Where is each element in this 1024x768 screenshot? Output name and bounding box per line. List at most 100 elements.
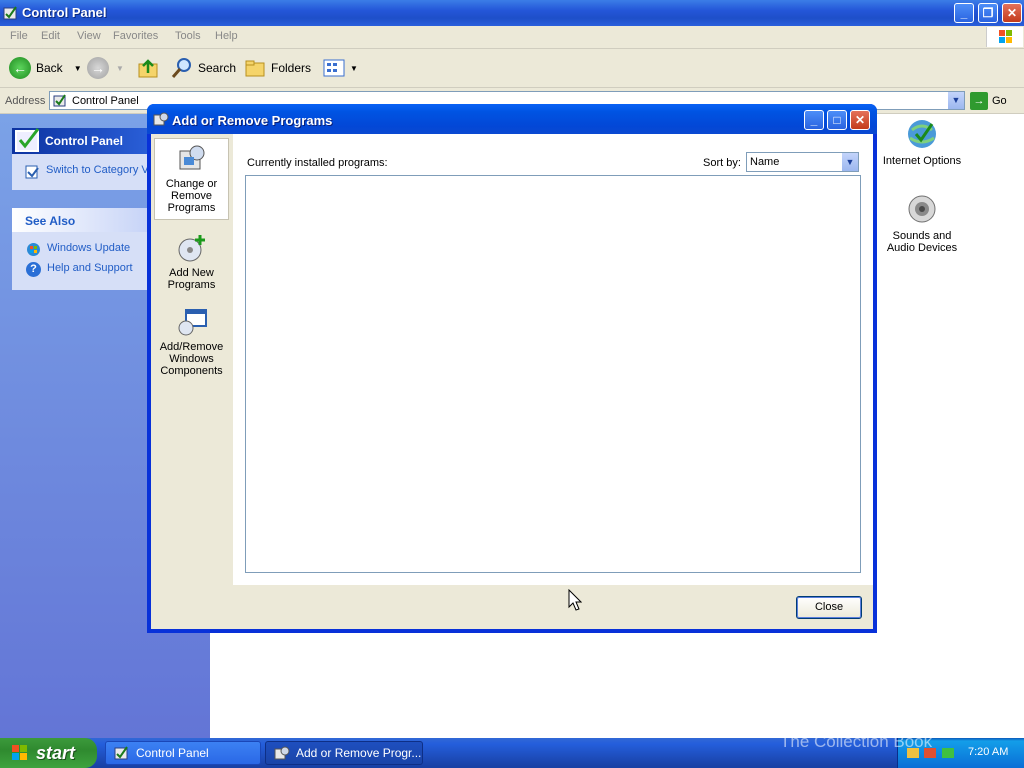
control-panel-icon <box>53 93 68 111</box>
start-button[interactable]: start <box>0 738 97 768</box>
internet-options-item[interactable]: Internet Options <box>882 116 962 167</box>
help-support-link[interactable]: ? Help and Support <box>26 262 133 277</box>
installed-programs-list[interactable] <box>245 175 861 573</box>
folders-button[interactable]: Folders <box>244 55 311 81</box>
dialog-main-panel: Currently installed programs: Sort by: N… <box>233 134 873 585</box>
window-titlebar[interactable]: Control Panel _ ❐ ✕ <box>0 0 1024 26</box>
add-remove-programs-icon <box>274 746 290 760</box>
control-panel-icon <box>14 124 44 157</box>
watermark: The Collection Book <box>780 732 933 751</box>
change-remove-programs-icon <box>179 145 204 170</box>
control-panel-icon <box>3 5 19 24</box>
address-dropdown-button[interactable]: ▼ <box>948 92 964 109</box>
menu-edit[interactable]: Edit <box>41 30 60 42</box>
windows-update-label: Windows Update <box>47 242 131 254</box>
dialog-maximize-button[interactable]: □ <box>827 110 847 130</box>
toolbar: ← Back ▼ → ▼ Search Folders ▼ <box>0 49 1024 88</box>
menu-bar: File Edit View Favorites Tools Help <box>0 26 1024 49</box>
installed-programs-label: Currently installed programs: <box>247 157 388 169</box>
up-folder-icon <box>138 59 158 78</box>
dialog-body: Change or Remove Programs Add New Progra… <box>151 134 873 629</box>
sort-by-value: Name <box>750 156 780 168</box>
views-icon <box>323 59 345 77</box>
menu-favorites[interactable]: Favorites <box>113 30 158 42</box>
help-icon: ? <box>26 262 41 277</box>
windows-update-link[interactable]: Windows Update <box>26 242 130 257</box>
restore-button[interactable]: ❐ <box>978 3 998 23</box>
back-button[interactable]: ← Back ▼ <box>9 55 82 81</box>
internet-options-icon <box>908 120 936 148</box>
switch-view-label: Switch to Category View <box>46 164 150 176</box>
see-also-header[interactable]: See Also <box>12 208 150 232</box>
windows-flag-icon <box>12 745 27 760</box>
back-label: Back <box>36 61 63 75</box>
windows-components-tab[interactable]: Add/Remove Windows Components <box>154 302 229 382</box>
control-panel-task-box: Switch to Category View <box>12 154 150 190</box>
up-folder-button[interactable] <box>137 55 159 81</box>
close-button[interactable]: Close <box>796 596 862 619</box>
sort-by-label: Sort by: <box>703 157 741 169</box>
go-button[interactable]: → Go <box>970 92 1007 110</box>
go-label: Go <box>992 95 1007 107</box>
see-also-title: See Also <box>25 214 76 228</box>
search-label: Search <box>198 61 237 75</box>
speaker-icon <box>908 195 936 223</box>
dialog-minimize-button[interactable]: _ <box>804 110 824 130</box>
back-arrow-icon: ← <box>9 57 31 79</box>
switch-view-link[interactable]: Switch to Category View <box>24 164 150 180</box>
taskbar-item-label: Control Panel <box>136 746 209 760</box>
windows-update-icon <box>27 243 40 256</box>
close-window-button[interactable]: ✕ <box>1002 3 1022 23</box>
menu-view[interactable]: View <box>77 30 101 42</box>
forward-button[interactable]: → ▼ <box>87 55 124 81</box>
mouse-cursor-icon <box>568 588 583 614</box>
internet-options-label: Internet Options <box>882 155 962 167</box>
taskbar-item-label: Add or Remove Progr... <box>296 746 422 760</box>
sort-by-select[interactable]: Name ▼ <box>746 152 859 172</box>
dialog-close-x-button[interactable]: ✕ <box>850 110 870 130</box>
add-remove-programs-icon <box>153 111 169 130</box>
address-value: Control Panel <box>72 95 139 107</box>
control-panel-icon <box>114 746 128 760</box>
add-new-programs-icon <box>178 235 205 262</box>
taskbar-item-add-remove[interactable]: Add or Remove Progr... <box>265 741 423 765</box>
folders-label: Folders <box>271 61 312 75</box>
chevron-down-icon: ▼ <box>350 63 358 73</box>
add-new-programs-label: Add New Programs <box>167 267 216 291</box>
start-label: start <box>36 742 76 763</box>
forward-arrow-icon: → <box>87 57 109 79</box>
taskbar-item-control-panel[interactable]: Control Panel <box>105 741 261 765</box>
chevron-down-icon[interactable]: ▼ <box>74 64 82 73</box>
change-remove-programs-tab[interactable]: Change or Remove Programs <box>154 138 229 220</box>
control-panel-header: Control Panel <box>12 128 150 154</box>
search-icon <box>171 58 191 78</box>
dialog-titlebar[interactable]: Add or Remove Programs _ □ ✕ <box>147 104 877 134</box>
switch-view-icon <box>25 165 39 179</box>
sounds-audio-item[interactable]: Sounds and Audio Devices <box>882 191 962 254</box>
menu-tools[interactable]: Tools <box>175 30 201 42</box>
clock: 7:20 AM <box>968 746 1009 758</box>
views-button[interactable]: ▼ <box>323 55 358 81</box>
sounds-audio-label: Sounds and Audio Devices <box>886 230 958 254</box>
change-remove-programs-label: Change or Remove Programs <box>165 178 218 214</box>
task-pane-title: Control Panel <box>45 134 124 148</box>
menu-help[interactable]: Help <box>215 30 238 42</box>
dialog-nav-bar: Change or Remove Programs Add New Progra… <box>151 134 233 629</box>
go-arrow-icon: → <box>970 92 988 110</box>
add-new-programs-tab[interactable]: Add New Programs <box>154 228 229 294</box>
add-remove-programs-dialog: Add or Remove Programs _ □ ✕ Change or R… <box>147 104 877 633</box>
menu-file[interactable]: File <box>10 30 28 42</box>
see-also-box: Windows Update ? Help and Support <box>12 232 150 290</box>
dialog-title: Add or Remove Programs <box>172 113 333 128</box>
address-label: Address <box>5 95 46 107</box>
windows-components-icon <box>178 309 207 336</box>
window-title: Control Panel <box>22 5 107 20</box>
chevron-down-icon[interactable]: ▼ <box>842 153 858 171</box>
search-button[interactable]: Search <box>171 55 236 81</box>
folders-icon <box>245 60 265 77</box>
windows-components-label: Add/Remove Windows Components <box>159 341 224 377</box>
chevron-down-icon[interactable]: ▼ <box>116 64 124 73</box>
minimize-button[interactable]: _ <box>954 3 974 23</box>
help-support-label: Help and Support <box>47 262 133 274</box>
windows-logo-icon <box>986 27 1023 47</box>
